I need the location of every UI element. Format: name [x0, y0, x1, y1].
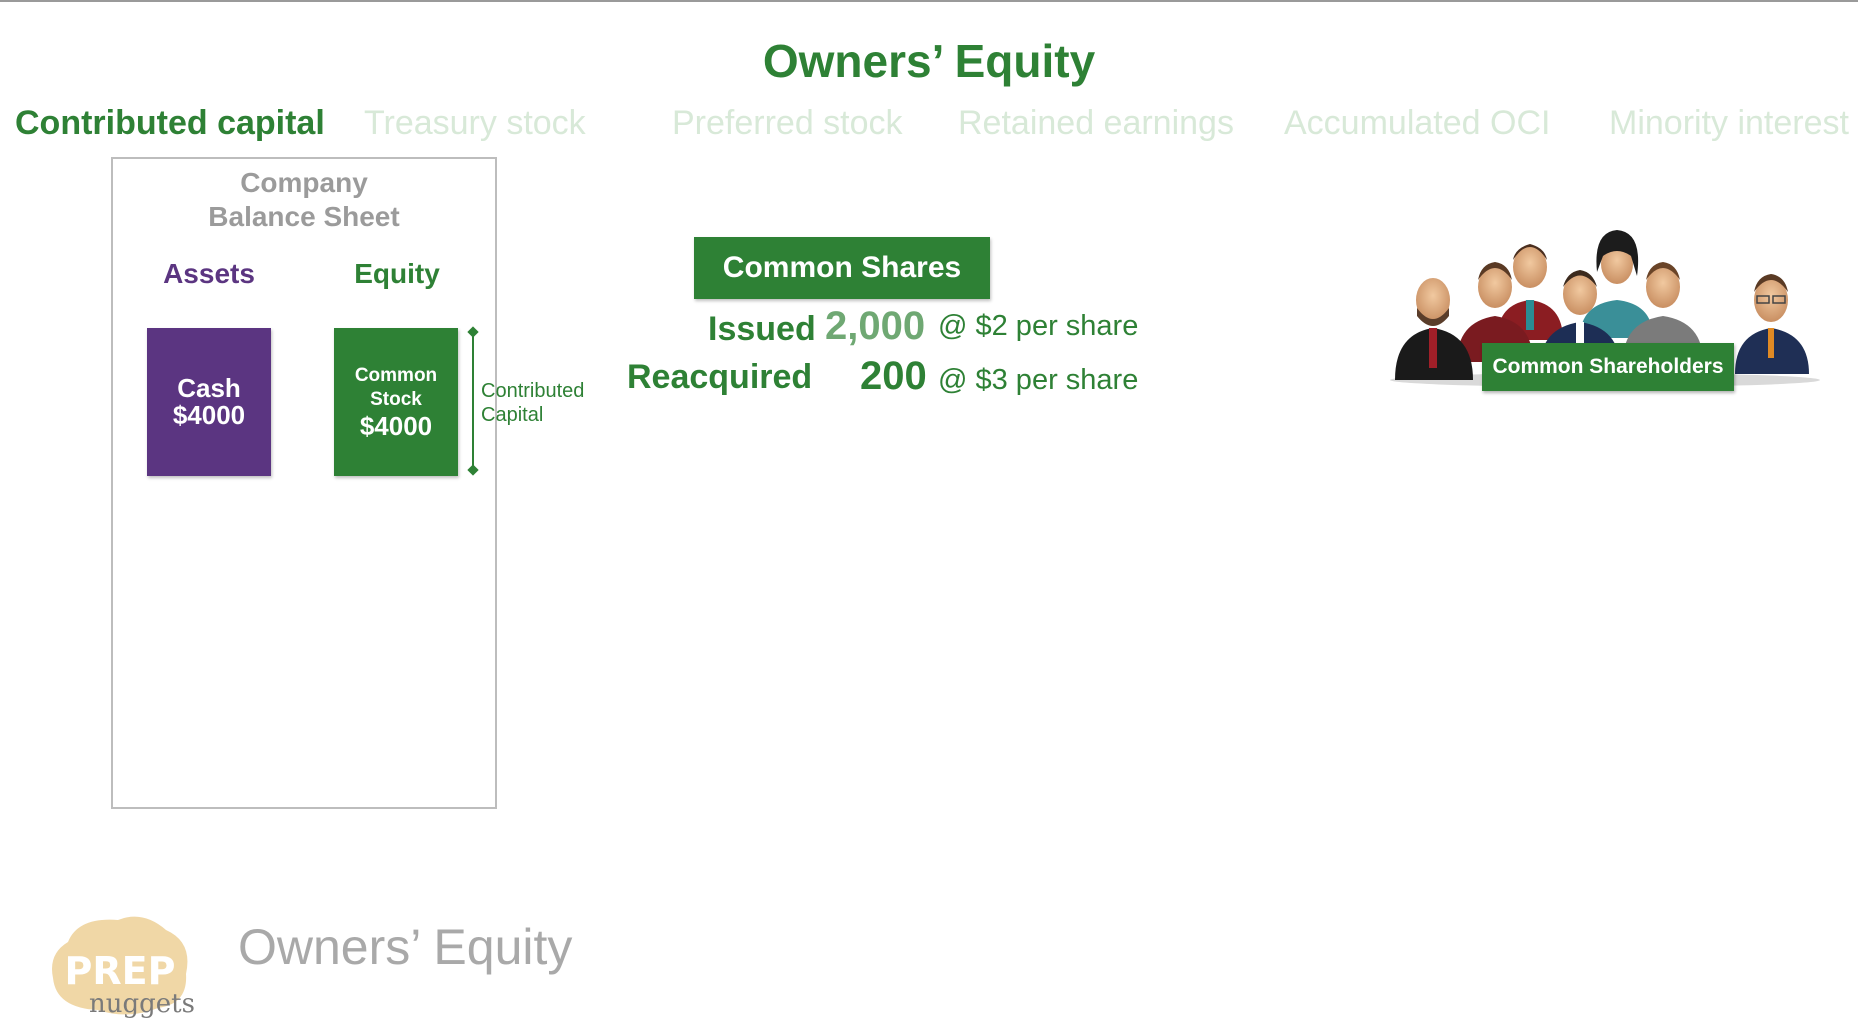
cash-label: Cash: [177, 373, 241, 403]
issued-count: 2,000: [825, 304, 926, 348]
reacquired-count: 200: [860, 354, 927, 398]
prep-nuggets-logo: PREP nuggets: [52, 916, 195, 1019]
reacquired-label: Reacquired: [627, 358, 813, 396]
person-front-right: [1735, 274, 1809, 374]
tab-treasury-stock[interactable]: Treasury stock: [364, 101, 586, 145]
contributed-capital-label: Contributed Capital: [481, 379, 584, 427]
person-front-left: [1395, 278, 1473, 380]
footer-title: Owners’ Equity: [238, 919, 573, 975]
reacquired-price: @ $3 per share: [938, 364, 1139, 396]
balance-sheet-frame: [111, 157, 497, 809]
cash-block: Cash $4000: [147, 328, 271, 476]
tab-accumulated-oci[interactable]: Accumulated OCI: [1284, 101, 1550, 145]
assets-heading: Assets: [163, 258, 255, 289]
balance-sheet-title-line1: Company: [240, 167, 368, 198]
slide-title: Owners’ Equity: [762, 35, 1096, 87]
balance-sheet-title: Company Balance Sheet: [111, 166, 497, 234]
common-stock-line1: Common: [354, 365, 438, 386]
contributed-capital-bracket: [472, 332, 474, 470]
common-stock-line2: Stock: [370, 389, 422, 410]
top-divider: [0, 0, 1858, 2]
tab-preferred-stock[interactable]: Preferred stock: [672, 101, 903, 145]
equity-heading: Equity: [354, 258, 440, 289]
tab-retained-earnings[interactable]: Retained earnings: [958, 101, 1234, 145]
tab-minority-interest[interactable]: Minority interest: [1609, 101, 1849, 145]
common-shareholders-label: Common Shareholders: [1482, 343, 1734, 391]
logo-nuggets-text: nuggets: [89, 989, 195, 1019]
common-stock-block: Common Stock $4000: [334, 328, 458, 476]
contributed-capital-line1: Contributed: [481, 380, 585, 402]
issued-label: Issued: [708, 310, 816, 348]
common-stock-value: $4000: [359, 411, 433, 441]
logo-prep-text: PREP: [65, 949, 176, 993]
contributed-capital-line2: Capital: [481, 404, 544, 426]
balance-sheet-title-line2: Balance Sheet: [208, 201, 400, 232]
cash-value: $4000: [172, 400, 246, 430]
issued-price: @ $2 per share: [938, 310, 1139, 342]
tab-contributed-capital[interactable]: Contributed capital: [15, 101, 325, 145]
common-shares-heading: Common Shares: [694, 237, 990, 299]
